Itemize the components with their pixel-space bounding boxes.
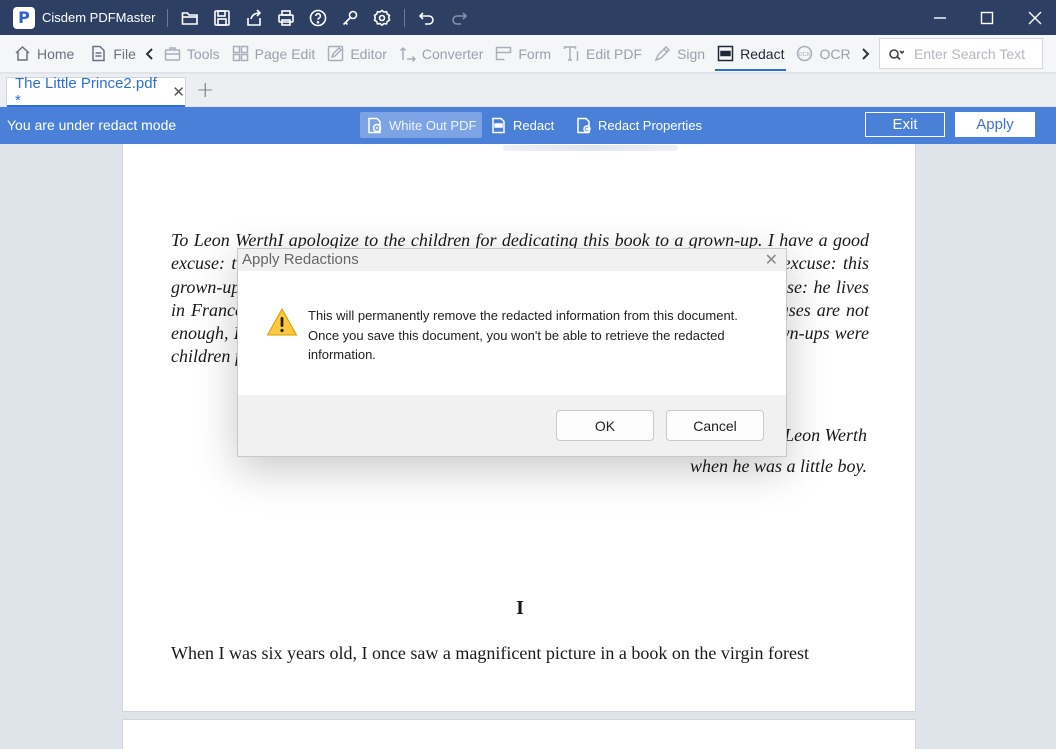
apply-redactions-dialog: Apply Redactions ✕ This will permanently… — [237, 248, 787, 457]
maximize-icon[interactable] — [964, 0, 1010, 35]
home-icon — [15, 45, 30, 61]
toolbar-edit-pdf[interactable]: Edit PDF — [557, 35, 648, 73]
help-icon[interactable] — [302, 5, 334, 31]
divider — [404, 8, 406, 27]
scroll-right-icon[interactable] — [857, 35, 873, 73]
toolbar-sign[interactable]: Sign — [648, 35, 711, 73]
text-edit-icon — [563, 46, 579, 61]
redact-label: Redact — [513, 117, 555, 133]
toolbar-edit-pdf-label: Edit PDF — [586, 45, 643, 62]
redact-mode-label: You are under redact mode — [7, 117, 177, 133]
toolbar-tools[interactable]: Tools — [158, 35, 226, 73]
minimize-icon[interactable] — [917, 0, 963, 35]
signature-line-2: when he was a little boy. — [690, 456, 867, 476]
toolbar-home[interactable]: Home — [8, 35, 80, 73]
cancel-button[interactable]: Cancel — [666, 410, 764, 441]
app-logo-icon: P — [13, 6, 35, 29]
print-icon[interactable] — [270, 5, 302, 31]
toolbar-ocr-label: OCR — [819, 45, 851, 62]
undo-icon[interactable] — [411, 5, 443, 31]
redact-button[interactable]: Redact — [484, 112, 560, 138]
divider — [167, 8, 169, 27]
redact-area-icon — [492, 117, 505, 133]
toolbar-ocr[interactable]: OCR OCR — [790, 35, 856, 73]
toolbar-file-label: File — [113, 45, 136, 62]
toolbar-form-label: Form — [518, 45, 552, 62]
apply-button[interactable]: Apply — [955, 112, 1035, 137]
toolbar-file[interactable]: File — [84, 35, 142, 73]
toolbar-editor[interactable]: Editor — [321, 35, 393, 73]
open-folder-icon[interactable] — [174, 5, 206, 31]
save-icon[interactable] — [206, 5, 238, 31]
dialog-title: Apply Redactions — [242, 251, 359, 268]
grid-icon — [232, 45, 248, 62]
redact-properties-button[interactable]: Redact Properties — [569, 112, 708, 138]
share-icon[interactable] — [238, 5, 270, 31]
redo-icon[interactable] — [443, 5, 475, 31]
exit-button[interactable]: Exit — [865, 112, 945, 137]
redact-properties-icon — [577, 117, 591, 133]
title-bar: P Cisdem PDFMaster — [0, 0, 1056, 35]
key-icon[interactable] — [334, 5, 366, 31]
chapter-heading: I — [516, 597, 524, 619]
toolbar-converter-label: Converter — [421, 45, 484, 62]
toolbar-redact[interactable]: Redact — [711, 35, 790, 73]
toolbar-editor-label: Editor — [350, 45, 387, 62]
app-title: Cisdem PDFMaster — [42, 10, 156, 25]
document-tab-bar: The Little Prince2.pdf * ✕ + — [0, 74, 1056, 109]
dialog-message: This will permanently remove the redacte… — [308, 308, 738, 362]
form-icon — [496, 46, 512, 61]
white-out-pdf-button[interactable]: White Out PDF — [360, 112, 483, 138]
white-out-icon — [368, 117, 382, 133]
tab-document-label: The Little Prince2.pdf * — [15, 75, 157, 109]
ocr-icon: OCR — [797, 45, 813, 62]
search-icon — [889, 48, 904, 60]
svg-text:OCR: OCR — [799, 52, 811, 58]
toolbar-converter[interactable]: Converter — [393, 35, 489, 73]
toolbox-icon — [164, 47, 181, 61]
page-top-artifact — [503, 145, 678, 151]
file-icon — [92, 45, 106, 62]
close-icon[interactable] — [1012, 0, 1056, 35]
toolbar-home-label: Home — [37, 45, 75, 62]
pdf-page-next — [122, 719, 916, 749]
new-tab-icon[interactable]: + — [196, 78, 214, 103]
sign-icon — [654, 45, 671, 62]
settings-icon[interactable] — [366, 5, 398, 31]
white-out-pdf-label: White Out PDF — [389, 117, 477, 133]
main-toolbar: Home File Tools Page Edit Editor Convert… — [0, 35, 1056, 73]
toolbar-form[interactable]: Form — [489, 35, 557, 73]
body-text: When I was six years old, I once saw a m… — [171, 643, 809, 663]
tab-close-icon[interactable]: ✕ — [172, 83, 185, 101]
toolbar-sign-label: Sign — [677, 45, 706, 62]
tab-document[interactable]: The Little Prince2.pdf * ✕ — [6, 75, 186, 109]
toolbar-page-edit-label: Page Edit — [254, 45, 316, 62]
redact-icon — [717, 45, 734, 62]
ok-button[interactable]: OK — [556, 410, 654, 441]
redact-properties-label: Redact Properties — [598, 117, 703, 133]
search-box[interactable] — [879, 38, 1043, 69]
toolbar-page-edit[interactable]: Page Edit — [226, 35, 322, 73]
toolbar-redact-label: Redact — [740, 45, 785, 62]
convert-icon — [399, 46, 416, 62]
dialog-close-icon[interactable]: ✕ — [765, 250, 778, 269]
redact-mode-bar: You are under redact mode White Out PDF … — [0, 107, 1056, 144]
edit-icon — [328, 45, 344, 62]
search-input[interactable] — [914, 45, 1038, 62]
toolbar-tools-label: Tools — [186, 45, 220, 62]
warning-icon — [266, 307, 298, 336]
scroll-left-icon[interactable] — [142, 35, 158, 73]
dialog-body: This will permanently remove the redacte… — [238, 271, 786, 395]
